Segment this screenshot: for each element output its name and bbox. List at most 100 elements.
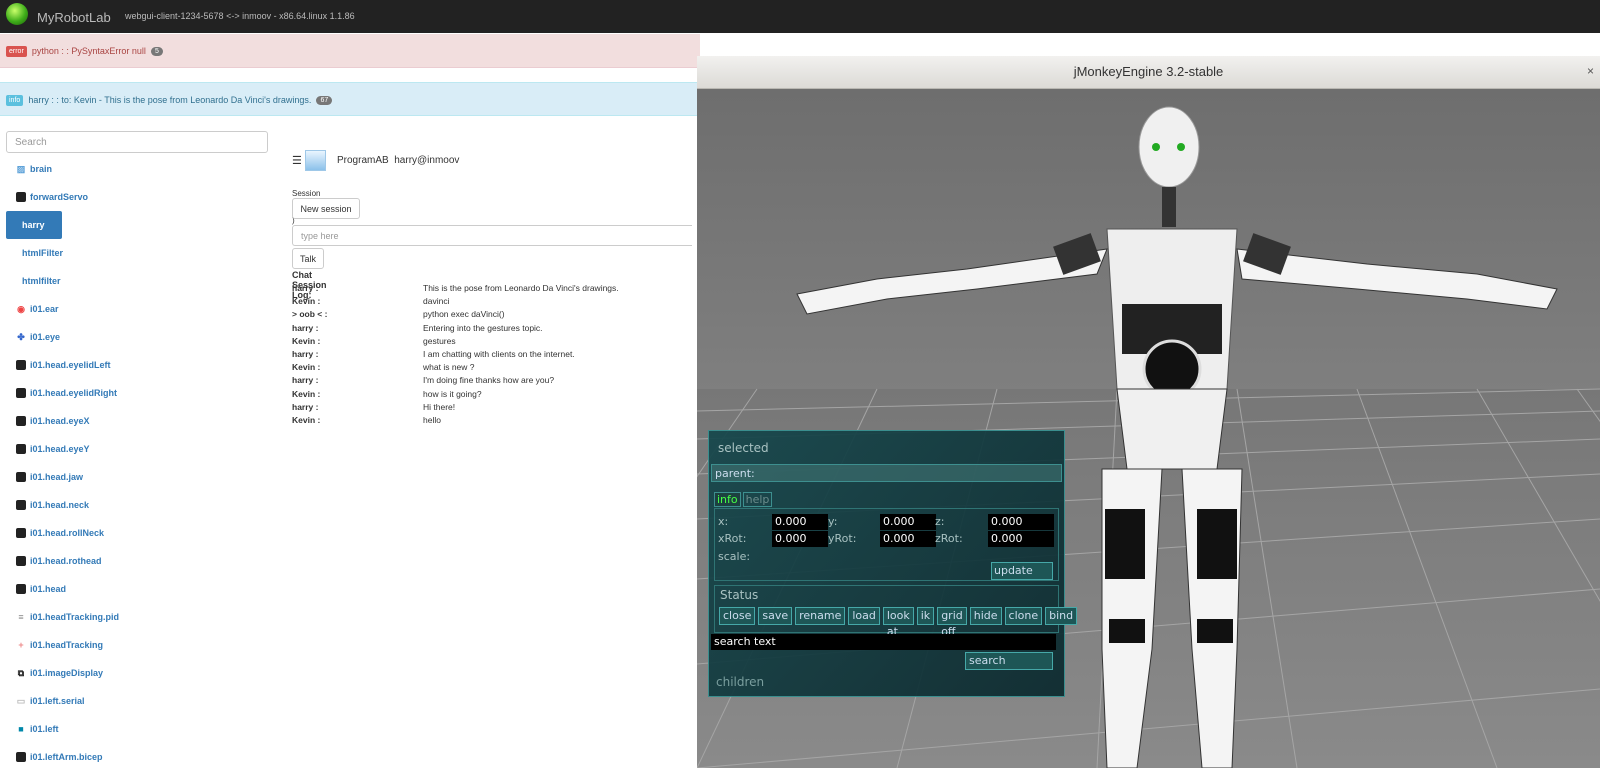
service-item[interactable]: ▨ brain [6, 155, 276, 183]
chat-speaker: harry : [292, 283, 319, 293]
service-item[interactable]: i01.head.neck [6, 491, 276, 519]
tab-info[interactable]: info [714, 492, 741, 507]
z-label: z: [935, 515, 945, 528]
z-value[interactable]: 0.000 [988, 514, 1054, 530]
service-item[interactable]: harry [6, 211, 62, 239]
brain-icon: ▨ [16, 164, 26, 174]
service-item[interactable]: ▭ i01.left.serial [6, 687, 276, 715]
service-search-input[interactable] [6, 131, 268, 153]
list-menu-icon[interactable]: ☰ [292, 154, 302, 167]
tracking-icon: + [18, 640, 24, 650]
chat-text: I'm doing fine thanks how are you? [423, 375, 555, 386]
info-count-badge: 67 [316, 95, 333, 105]
service-item-label: i01.head.rollNeck [30, 528, 105, 538]
service-item[interactable]: i01.head.rollNeck [6, 519, 276, 547]
search-button[interactable]: search [965, 652, 1053, 670]
service-item-label: i01.left.serial [30, 696, 85, 706]
load-button[interactable]: load [848, 607, 880, 625]
search-text-input[interactable]: search text [711, 634, 1056, 650]
service-item[interactable]: htmlFilter [6, 239, 276, 267]
y-label: y: [828, 515, 838, 528]
chat-text: Hi there! [423, 401, 456, 412]
panel-tabs: info help [714, 492, 774, 507]
chat-text: This is the pose from Leonardo Da Vinci'… [423, 283, 619, 293]
new-session-button[interactable]: New session [292, 198, 360, 219]
yrot-value[interactable]: 0.000 [880, 531, 936, 547]
yrot-label: yRot: [828, 532, 857, 545]
service-item[interactable]: ≡ i01.headTracking.pid [6, 603, 276, 631]
service-item[interactable]: ◉ i01.ear [6, 295, 276, 323]
status-buttons: close save rename load look at ik grid off hide… [719, 607, 1078, 638]
servo-icon [16, 472, 26, 482]
children-label: children [716, 675, 765, 689]
service-item-label: htmlFilter [22, 248, 64, 258]
service-item[interactable]: i01.head.eyelidRight [6, 379, 276, 407]
service-item-label: i01.eye [30, 332, 61, 342]
service-item[interactable]: ■ i01.left [6, 715, 276, 743]
ik-button[interactable]: ik [916, 607, 935, 625]
service-item[interactable]: i01.head [6, 575, 276, 603]
parent-field[interactable]: parent: [711, 464, 1062, 482]
error-alert[interactable]: error python : : PySyntaxError null 5 [0, 34, 700, 68]
service-item-label: i01.head.eyeY [30, 444, 90, 454]
service-item-label: brain [30, 164, 53, 174]
service-item[interactable]: + i01.headTracking [6, 631, 276, 659]
status-box: Status close save rename load look at ik grid … [714, 585, 1078, 638]
jmonkeyengine-window[interactable]: jMonkeyEngine 3.2-stable × selected pare… [697, 56, 1600, 768]
update-button[interactable]: update [991, 562, 1053, 580]
service-item[interactable]: i01.head.eyelidLeft [6, 351, 276, 379]
bind-button[interactable]: bind [1045, 607, 1078, 625]
service-item[interactable]: i01.head.rothead [6, 547, 276, 575]
chat-speaker: Kevin : [292, 335, 321, 346]
service-item-label: i01.headTracking [30, 640, 104, 650]
chat-log: harry : This is the pose from Leonardo Da… [292, 283, 692, 428]
x-value[interactable]: 0.000 [772, 514, 828, 530]
jme-window-title: jMonkeyEngine 3.2-stable [1073, 64, 1224, 79]
jme-titlebar[interactable]: jMonkeyEngine 3.2-stable × [697, 56, 1600, 89]
service-item[interactable]: i01.head.eyeY [6, 435, 276, 463]
service-item-label: i01.head.jaw [30, 472, 84, 482]
service-item[interactable]: i01.leftArm.bicep [6, 743, 276, 771]
programab-icon [305, 150, 326, 171]
service-title: ProgramAB harry@inmoov [337, 155, 459, 166]
grid-off-button[interactable]: grid off [937, 607, 967, 638]
chat-text: what is new ? [423, 362, 475, 373]
xrot-value[interactable]: 0.000 [772, 531, 828, 547]
y-value[interactable]: 0.000 [880, 514, 936, 530]
save-button[interactable]: save [758, 607, 793, 625]
servo-icon [16, 388, 26, 398]
look-at-button[interactable]: look at [882, 607, 914, 638]
xrot-label: xRot: [718, 532, 747, 545]
service-item[interactable]: i01.head.eyeX [6, 407, 276, 435]
brand-title[interactable]: MyRobotLab [37, 10, 111, 25]
service-item-label: i01.head.eyeX [30, 416, 90, 426]
chat-log-row: harry : Hi there! [292, 402, 692, 415]
rename-button[interactable]: rename [795, 607, 846, 625]
service-list: ▨ brain forwardServo harry htmlFilter htmlfil… [6, 155, 276, 771]
servo-icon [16, 192, 26, 202]
close-icon[interactable]: × [1587, 64, 1594, 78]
service-item-label: i01.ear [30, 304, 59, 314]
service-item-label: i01.head [30, 584, 67, 594]
service-item[interactable]: ⧉ i01.imageDisplay [6, 659, 276, 687]
service-item[interactable]: i01.head.jaw [6, 463, 276, 491]
serial-icon: ▭ [16, 696, 26, 706]
talk-button[interactable]: Talk [292, 248, 324, 269]
chat-log-row: > oob < : python exec daVinci() [292, 309, 692, 322]
service-item-label: i01.leftArm.bicep [30, 752, 103, 762]
clone-button[interactable]: clone [1004, 607, 1043, 625]
chat-speaker: Kevin : [292, 296, 321, 307]
service-item[interactable]: forwardServo [6, 183, 276, 211]
zrot-value[interactable]: 0.000 [988, 531, 1054, 547]
service-item[interactable]: ✤ i01.eye [6, 323, 276, 351]
tab-help[interactable]: help [742, 492, 773, 507]
error-tag: error [6, 45, 27, 57]
service-item[interactable]: htmlfilter [6, 267, 276, 295]
info-alert[interactable]: info harry : : to: Kevin - This is the p… [0, 82, 700, 116]
chat-text: I am chatting with clients on the intern… [423, 348, 575, 359]
chat-input[interactable] [292, 225, 692, 246]
hide-button[interactable]: hide [969, 607, 1002, 625]
close-button[interactable]: close [719, 607, 756, 625]
servo-icon [16, 752, 26, 762]
myrobotlab-logo-icon[interactable] [6, 3, 28, 25]
